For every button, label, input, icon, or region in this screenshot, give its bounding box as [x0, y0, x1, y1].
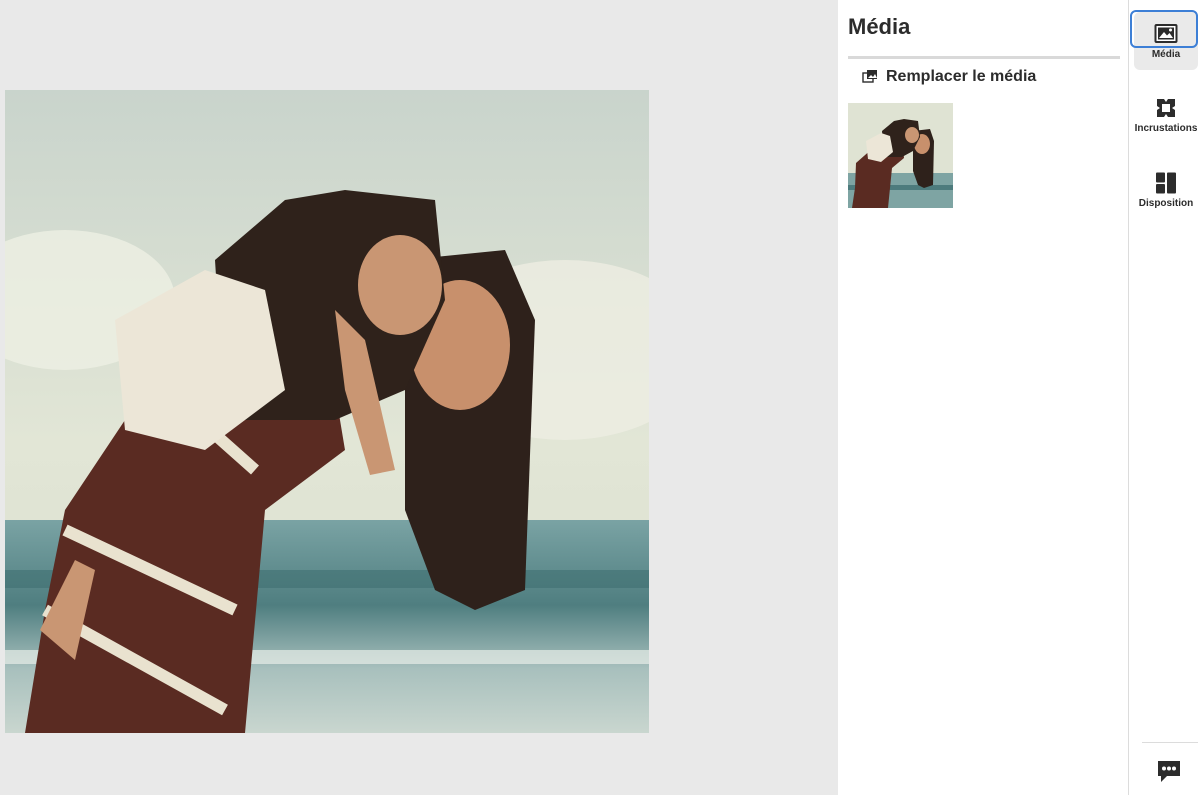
rail-tab-media-label: Média: [1151, 49, 1181, 60]
feedback-button[interactable]: [1156, 758, 1182, 784]
replace-media-label: Remplacer le média: [886, 68, 1037, 85]
overlays-icon: [1154, 96, 1178, 120]
right-rail: Média Incrustations Disposition: [1130, 0, 1200, 795]
layout-icon: [1154, 171, 1178, 195]
replace-image-icon: [862, 69, 878, 85]
rail-divider: [1142, 742, 1198, 743]
image-icon: [1154, 22, 1178, 46]
media-thumbnail[interactable]: [848, 103, 953, 208]
media-panel: Média Remplacer le média: [838, 0, 1129, 795]
feedback-icon: [1156, 761, 1182, 787]
canvas-area: [0, 0, 838, 795]
rail-tab-overlays[interactable]: Incrustations: [1134, 86, 1198, 144]
panel-title: Média: [848, 14, 911, 39]
rail-tab-overlays-label: Incrustations: [1134, 123, 1198, 134]
rail-tab-media[interactable]: Média: [1130, 10, 1198, 70]
panel-divider: [848, 56, 1120, 59]
rail-tab-layout-label: Disposition: [1138, 198, 1194, 209]
rail-tab-layout[interactable]: Disposition: [1134, 161, 1198, 219]
replace-media-button[interactable]: Remplacer le média: [860, 64, 1042, 90]
main-photo[interactable]: [5, 90, 649, 733]
app: Média Remplacer le média Média Incrustat…: [0, 0, 1200, 795]
